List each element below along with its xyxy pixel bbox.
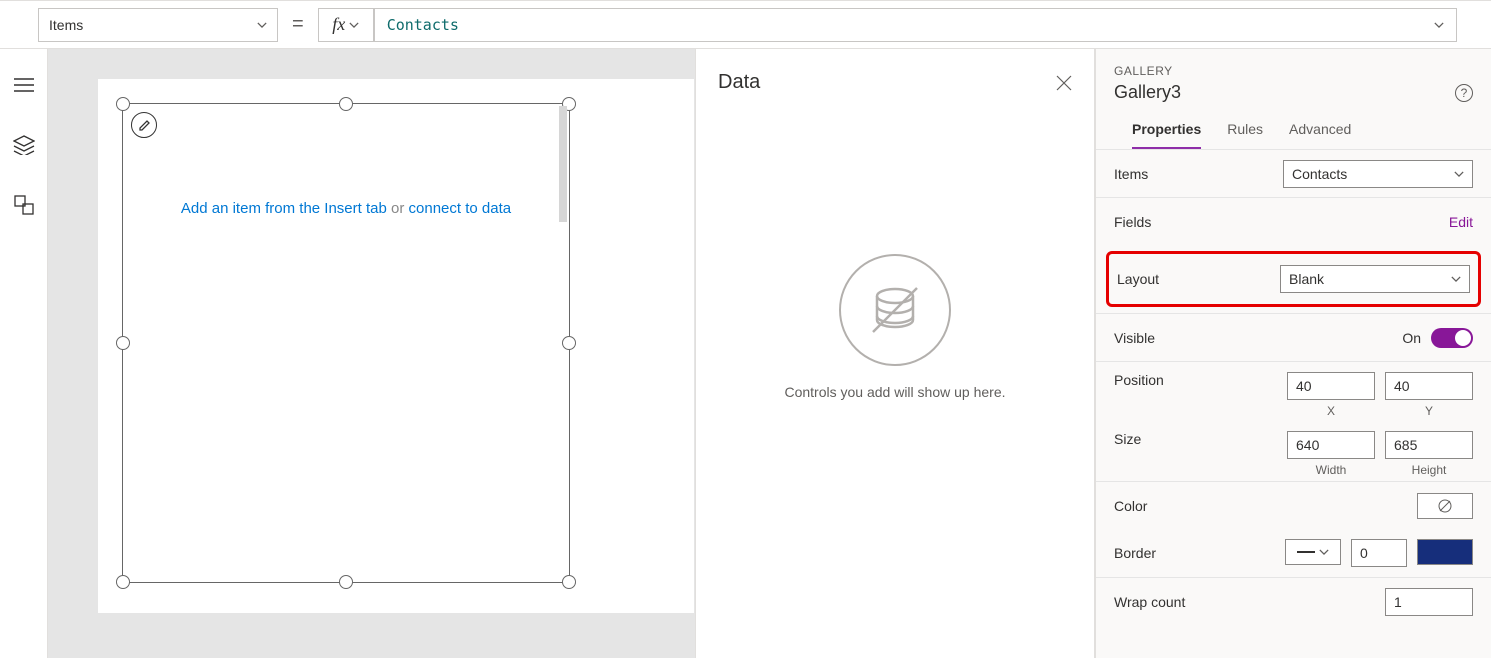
prop-position-row: Position 40 X 40 Y [1096, 361, 1491, 421]
resize-handle[interactable] [562, 336, 576, 350]
position-x-label: X [1327, 404, 1335, 418]
prop-fields-label: Fields [1114, 214, 1151, 230]
prop-visible-row: Visible On [1096, 313, 1491, 361]
edit-pencil-button[interactable] [131, 112, 157, 138]
chevron-down-icon [257, 20, 267, 30]
resize-handle[interactable] [339, 575, 353, 589]
visible-on-text: On [1402, 330, 1421, 346]
control-name[interactable]: Gallery3 [1114, 82, 1181, 103]
prop-size-label: Size [1114, 431, 1141, 447]
wrap-count-input[interactable]: 1 [1385, 588, 1473, 616]
prop-wrap-label: Wrap count [1114, 594, 1185, 610]
size-width-input[interactable]: 640 [1287, 431, 1375, 459]
size-height-input[interactable]: 685 [1385, 431, 1473, 459]
prop-fields-row: Fields Edit [1096, 197, 1491, 245]
formula-input[interactable]: Contacts [374, 8, 1457, 42]
size-width-label: Width [1316, 463, 1347, 477]
hint-insert-link[interactable]: Add an item from the Insert tab [181, 200, 387, 217]
position-y-label: Y [1425, 404, 1433, 418]
properties-panel: GALLERY Gallery3 ? Properties Rules Adva… [1095, 49, 1491, 658]
app-canvas[interactable]: Add an item from the Insert tab or conne… [98, 79, 694, 613]
layers-icon[interactable] [13, 134, 35, 156]
no-color-icon [1437, 498, 1453, 514]
pencil-icon [138, 119, 151, 132]
formula-bar: Items = fx Contacts [0, 0, 1491, 49]
visible-toggle[interactable] [1431, 328, 1473, 348]
data-empty-state: Controls you add will show up here. [696, 104, 1094, 658]
prop-border-row: Border 0 [1096, 529, 1491, 577]
close-button[interactable] [1056, 75, 1072, 91]
items-dropdown[interactable]: Contacts [1283, 160, 1473, 188]
resize-handle[interactable] [116, 336, 130, 350]
menu-icon[interactable] [13, 74, 35, 96]
resize-handle[interactable] [339, 97, 353, 111]
hint-or: or [387, 200, 409, 217]
prop-size-row: Size 640 Width 685 Height [1096, 421, 1491, 481]
left-nav-rail [0, 49, 48, 658]
position-y-input[interactable]: 40 [1385, 372, 1473, 400]
tab-advanced[interactable]: Advanced [1289, 121, 1351, 149]
size-height-label: Height [1412, 463, 1447, 477]
tab-properties[interactable]: Properties [1132, 121, 1201, 149]
prop-color-label: Color [1114, 498, 1147, 514]
items-value: Contacts [1292, 166, 1347, 182]
resize-handle[interactable] [116, 575, 130, 589]
layout-value: Blank [1289, 271, 1324, 287]
formula-text: Contacts [387, 16, 459, 34]
resize-handle[interactable] [116, 97, 130, 111]
gallery-hint: Add an item from the Insert tab or conne… [123, 200, 569, 217]
canvas-area[interactable]: Add an item from the Insert tab or conne… [48, 49, 695, 658]
prop-items-row: Items Contacts [1096, 149, 1491, 197]
border-line-icon [1297, 551, 1315, 553]
prop-items-label: Items [1114, 166, 1148, 182]
chevron-down-icon [1319, 547, 1329, 557]
border-style-dropdown[interactable] [1285, 539, 1341, 565]
chevron-down-icon [1434, 20, 1444, 30]
prop-layout-label: Layout [1117, 271, 1159, 287]
tab-rules[interactable]: Rules [1227, 121, 1263, 149]
prop-wrap-row: Wrap count 1 [1096, 577, 1491, 625]
prop-position-label: Position [1114, 372, 1164, 388]
property-name: Items [49, 17, 83, 33]
close-icon [1056, 75, 1072, 91]
database-disabled-icon [839, 254, 951, 366]
border-width-input[interactable]: 0 [1351, 539, 1407, 567]
layout-dropdown[interactable]: Blank [1280, 265, 1470, 293]
prop-layout-row: Layout Blank [1106, 251, 1481, 307]
chevron-down-icon [349, 20, 359, 30]
color-picker-button[interactable] [1417, 493, 1473, 519]
property-tabs: Properties Rules Advanced [1114, 121, 1473, 149]
fx-button[interactable]: fx [318, 8, 374, 42]
equals-label: = [292, 13, 304, 36]
property-dropdown[interactable]: Items [38, 8, 278, 42]
prop-visible-label: Visible [1114, 330, 1155, 346]
data-panel-title: Data [718, 71, 760, 94]
border-color-swatch[interactable] [1417, 539, 1473, 565]
control-type-label: GALLERY [1114, 64, 1473, 78]
chevron-down-icon [1451, 274, 1461, 284]
data-empty-message: Controls you add will show up here. [784, 384, 1005, 400]
insert-icon[interactable] [13, 194, 35, 216]
help-button[interactable]: ? [1455, 84, 1473, 102]
chevron-down-icon [1454, 169, 1464, 179]
resize-handle[interactable] [562, 575, 576, 589]
data-panel: Data Controls you add will show up here. [695, 49, 1095, 658]
fx-label: fx [332, 14, 345, 35]
prop-border-label: Border [1114, 545, 1156, 561]
prop-color-row: Color [1096, 481, 1491, 529]
position-x-input[interactable]: 40 [1287, 372, 1375, 400]
hint-connect-link[interactable]: connect to data [409, 200, 512, 217]
fields-edit-link[interactable]: Edit [1449, 214, 1473, 230]
gallery-control-selected[interactable]: Add an item from the Insert tab or conne… [122, 103, 570, 583]
